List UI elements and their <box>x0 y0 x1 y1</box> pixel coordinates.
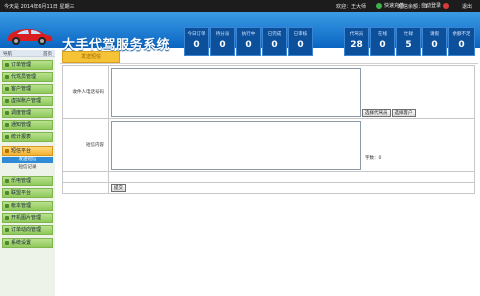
recipient-cell: 选择代驾员 选择客户 <box>108 65 475 119</box>
stat-label: 余额不足 <box>452 32 471 37</box>
sidebar-item-drivers[interactable]: 代驾员管理 <box>2 72 53 82</box>
sidebar-item-alliance[interactable]: 联盟平台 <box>2 188 53 198</box>
current-date: 今天是 2014年6月11日 星期三 <box>4 4 75 10</box>
recharge-icon <box>376 2 382 9</box>
submit-button[interactable]: 提交 <box>111 184 126 192</box>
content-label: 短信内容 <box>62 118 109 172</box>
sidebar-item-orders[interactable]: 订单管理 <box>2 60 53 70</box>
stat-label: 请假 <box>430 32 439 37</box>
stat-label: 待分派 <box>215 32 230 37</box>
stat-label: 今日订单 <box>187 32 206 37</box>
sidebar-item-dispatch[interactable]: 调度管理 <box>2 108 53 118</box>
main-content: 发送短信 收件人电话号码 选择代驾员 选择客户 短信内容 字数：0 提交 <box>60 49 478 296</box>
top-bar: 今天是 2014年6月11日 星期三 欢迎：王大师 快速充值 短信余额：-1 自… <box>0 0 480 12</box>
spacer-cell <box>108 171 475 183</box>
tab-send-sms[interactable]: 发送短信 <box>62 51 120 63</box>
submit-cell: 提交 <box>108 182 475 194</box>
spacer-label <box>62 171 109 183</box>
sidebar: 导航 首页 订单管理 代驾员管理 客户管理 虚拟账户管理 调度管理 通知管理 统… <box>0 50 55 296</box>
stat-label: 代驾员 <box>349 32 364 37</box>
sidebar-item-settings[interactable]: 系统设置 <box>2 238 53 248</box>
submit-label <box>62 182 109 194</box>
sidebar-header: 导航 首页 <box>0 50 55 57</box>
autologin-label: 自动登录 <box>421 3 442 9</box>
sidebar-item-sms[interactable]: 短信平台 <box>2 146 53 156</box>
autologin-toggle[interactable]: 自动登录 <box>421 2 450 9</box>
autologin-icon <box>443 2 450 9</box>
stat-label: 已完成 <box>267 32 282 37</box>
sidebar-item-boot-images[interactable]: 开机图片管理 <box>2 213 53 223</box>
sidebar-item-customers[interactable]: 客户管理 <box>2 84 53 94</box>
sms-form: 收件人电话号码 选择代驾员 选择客户 短信内容 字数：0 提交 <box>62 65 475 194</box>
sidebar-subitem-sms-log[interactable]: 短信记录 <box>2 165 53 171</box>
stat-label: 忙碌 <box>404 32 413 37</box>
sidebar-nav-label: 导航 <box>3 52 12 57</box>
welcome-text: 欢迎：王大师 <box>336 4 367 10</box>
header-banner: 大手代驾服务系统 今日订单 0 待分派 0 执行中 0 已完成 0 已审核 0 … <box>0 12 480 56</box>
char-counter: 字数：0 <box>365 155 382 161</box>
sidebar-subitem-send-sms[interactable]: 发送短信 <box>2 157 53 163</box>
recipient-input[interactable] <box>111 67 361 117</box>
select-driver-button[interactable]: 选择代驾员 <box>362 108 391 117</box>
select-customer-button[interactable]: 选择客户 <box>391 108 416 117</box>
logout-link[interactable]: 退出 <box>462 3 472 10</box>
stat-label: 在线 <box>378 32 387 37</box>
content-cell: 字数：0 <box>108 118 475 172</box>
sidebar-item-notifications[interactable]: 通知管理 <box>2 120 53 130</box>
car-logo-icon <box>7 29 53 45</box>
sidebar-item-order-trends[interactable]: 订单动向管理 <box>2 225 53 235</box>
sidebar-item-reports[interactable]: 统计报表 <box>2 132 53 142</box>
sidebar-item-electric[interactable]: 乐电管理 <box>2 176 53 186</box>
stat-label: 已审核 <box>293 32 308 37</box>
sms-content-input[interactable] <box>111 120 361 170</box>
stat-label: 执行中 <box>241 32 256 37</box>
tab-divider <box>60 63 478 64</box>
recipient-label: 收件人电话号码 <box>62 65 109 119</box>
sidebar-item-virtual-accounts[interactable]: 虚拟账户管理 <box>2 96 53 106</box>
home-link[interactable]: 首页 <box>43 51 52 57</box>
sidebar-item-ledger[interactable]: 帐本管理 <box>2 201 53 211</box>
